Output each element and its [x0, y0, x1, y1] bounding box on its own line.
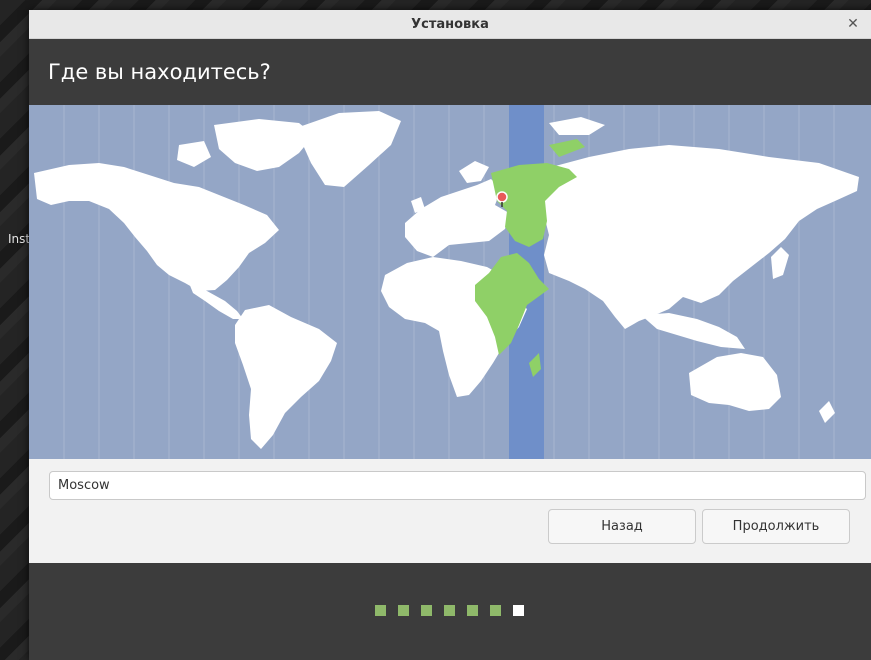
progress-step	[375, 605, 386, 616]
progress-step	[421, 605, 432, 616]
window-title: Установка	[411, 16, 489, 32]
footer	[29, 563, 871, 660]
page-header: Где вы находитесь?	[29, 39, 871, 105]
progress-step	[467, 605, 478, 616]
desktop-icon-label[interactable]: Inst	[8, 232, 30, 246]
page-title: Где вы находитесь?	[48, 60, 271, 84]
progress-indicator	[375, 605, 524, 616]
timezone-map[interactable]	[29, 105, 871, 459]
installer-window: Установка ✕ Где вы находитесь? Moscow На…	[29, 10, 871, 660]
close-icon[interactable]: ✕	[843, 14, 863, 34]
progress-step-current	[513, 605, 524, 616]
progress-step	[490, 605, 501, 616]
progress-step	[444, 605, 455, 616]
titlebar: Установка ✕	[29, 10, 871, 39]
continue-button[interactable]: Продолжить	[702, 509, 850, 544]
location-input[interactable]	[49, 471, 866, 500]
progress-step	[398, 605, 409, 616]
back-button[interactable]: Назад	[548, 509, 696, 544]
